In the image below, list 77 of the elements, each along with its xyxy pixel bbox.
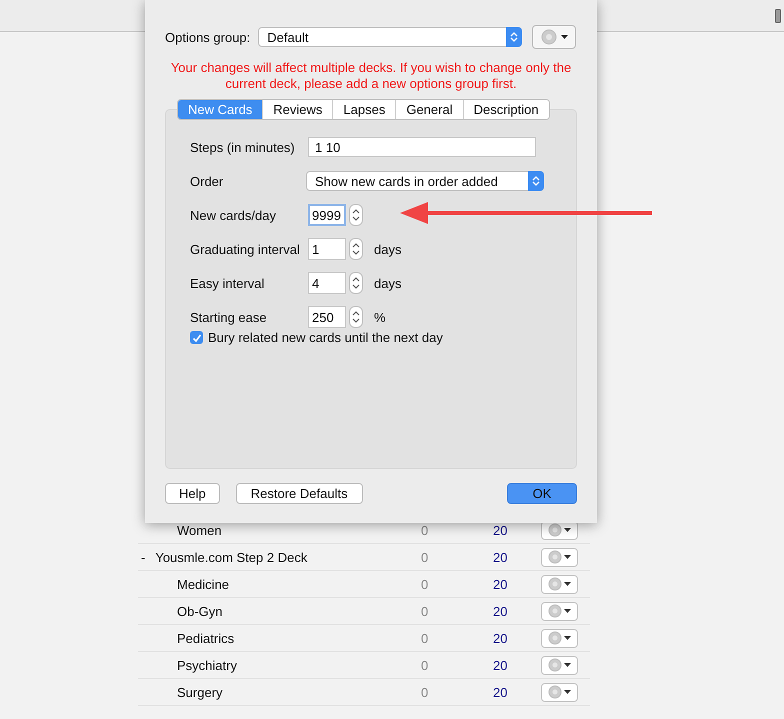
- field-label: Order: [190, 174, 224, 188]
- gear-dropdown-button[interactable]: [541, 602, 578, 620]
- caret-icon: [564, 582, 571, 586]
- ok-button[interactable]: OK: [507, 483, 577, 504]
- caret-icon: [564, 636, 571, 640]
- up-down-arrows-icon: [352, 276, 360, 290]
- new-count: 20: [493, 522, 508, 538]
- number-field[interactable]: 4: [308, 272, 346, 294]
- number-field[interactable]: 250: [308, 306, 346, 328]
- new-count: 20: [493, 576, 508, 592]
- deck-name[interactable]: Medicine: [138, 576, 411, 592]
- field-label: Options group:: [165, 30, 250, 44]
- caret-icon: [560, 35, 568, 39]
- order-select[interactable]: Show new cards in order added: [306, 171, 544, 191]
- due-count: 0: [421, 522, 430, 538]
- deck-name[interactable]: Psychiatry: [138, 658, 411, 672]
- gear-icon: [548, 658, 562, 672]
- gear-dropdown-button[interactable]: [541, 628, 578, 648]
- stepper-button[interactable]: [349, 272, 363, 294]
- gear-dropdown-button[interactable]: [541, 656, 578, 674]
- caret-icon: [564, 663, 571, 667]
- up-down-arrows-icon: [352, 310, 360, 324]
- stepper-button[interactable]: [349, 306, 363, 328]
- due-count: 0: [421, 576, 430, 592]
- up-down-arrows-icon: [352, 242, 360, 256]
- field-label: Starting ease: [190, 310, 268, 324]
- help-button[interactable]: Help: [165, 483, 220, 504]
- deck-name[interactable]: Pediatrics: [138, 630, 411, 646]
- text-field[interactable]: 1 10: [308, 137, 536, 157]
- restore-defaults-button[interactable]: Restore Defaults: [236, 483, 363, 504]
- new-count: 20: [493, 684, 508, 700]
- gear-icon: [548, 577, 562, 591]
- gear-icon: [548, 604, 562, 618]
- gear-dropdown-button[interactable]: [541, 682, 578, 702]
- number-field[interactable]: 1: [308, 238, 346, 260]
- due-count: 0: [421, 630, 430, 646]
- due-count: 0: [421, 684, 430, 700]
- stepper-button[interactable]: [349, 204, 363, 226]
- deck-name[interactable]: Women: [138, 522, 411, 538]
- warning-message: Your changes will affect multiple decks. If you wish to change only the current deck, please add a new options group first.: [170, 60, 572, 92]
- unit-label: %: [374, 310, 386, 324]
- unit-label: days: [374, 276, 402, 290]
- new-count: 20: [493, 604, 508, 618]
- stepper-button[interactable]: [349, 238, 363, 260]
- checkbox[interactable]: [190, 331, 203, 344]
- gear-icon: [548, 631, 562, 645]
- unit-label: days: [374, 242, 402, 256]
- deck-name[interactable]: - Yousmle.com Step 2 Deck: [138, 550, 411, 564]
- new-count: 20: [493, 550, 508, 564]
- up-down-arrows-icon: [510, 31, 518, 43]
- gear-icon: [548, 685, 562, 699]
- caret-icon: [564, 555, 571, 559]
- due-count: 0: [421, 550, 430, 564]
- field-label: Easy interval: [190, 276, 266, 290]
- number-field[interactable]: 9999: [308, 204, 346, 226]
- up-down-arrows-icon: [352, 208, 360, 222]
- due-count: 0: [421, 604, 430, 618]
- options-group-select[interactable]: Default: [258, 27, 522, 47]
- gear-icon: [540, 29, 557, 45]
- gear-dropdown-button[interactable]: [532, 25, 576, 49]
- caret-icon: [564, 528, 571, 532]
- field-label: Graduating interval: [190, 242, 301, 256]
- gear-icon: [548, 550, 562, 564]
- new-count: 20: [493, 630, 508, 646]
- gear-dropdown-button[interactable]: [541, 574, 578, 594]
- checkbox-label: Bury related new cards until the next day: [208, 330, 443, 345]
- field-label: Steps (in minutes): [190, 140, 296, 154]
- deck-name[interactable]: Ob-Gyn: [138, 604, 411, 618]
- new-count: 20: [493, 658, 508, 672]
- gear-dropdown-button[interactable]: [541, 548, 578, 566]
- due-count: 0: [421, 658, 430, 672]
- handle-icon: [775, 8, 781, 22]
- caret-icon: [564, 609, 571, 613]
- up-down-arrows-icon: [532, 175, 540, 187]
- caret-icon: [564, 690, 571, 694]
- field-label: New cards/day: [190, 208, 277, 222]
- deck-name[interactable]: Surgery: [138, 684, 411, 700]
